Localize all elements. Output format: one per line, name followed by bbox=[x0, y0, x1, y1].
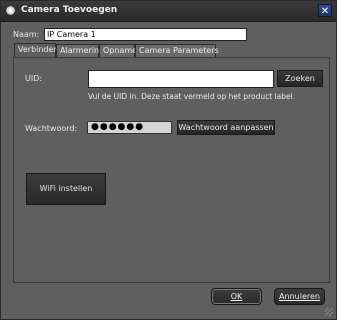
tab-opname[interactable]: Opname bbox=[99, 44, 137, 57]
change-password-button[interactable]: Wachtwoord aanpassen bbox=[177, 120, 275, 135]
search-button[interactable]: Zoeken bbox=[277, 70, 323, 87]
uid-label: UID: bbox=[25, 74, 43, 83]
window-title: Camera Toevoegen bbox=[21, 5, 118, 15]
name-input[interactable]: IP Camera 1 bbox=[44, 28, 247, 41]
wifi-settings-button[interactable]: WiFi instellen bbox=[26, 173, 106, 205]
tab-alarmering[interactable]: Alarmering bbox=[56, 44, 104, 57]
camera-add-dialog: Camera Toevoegen ✕ Naam: IP Camera 1 Ver… bbox=[0, 0, 337, 320]
uid-input[interactable] bbox=[88, 70, 274, 88]
uid-hint: Vul de UID in. Deze staat vermeld op het… bbox=[88, 92, 296, 101]
tab-panel-verbinden bbox=[13, 57, 330, 283]
tab-verbinden[interactable]: Verbinden bbox=[14, 43, 59, 57]
resize-grip-icon[interactable] bbox=[325, 308, 333, 316]
name-label: Naam: bbox=[13, 30, 40, 39]
ok-button[interactable]: OK bbox=[211, 288, 262, 305]
cancel-button[interactable]: Annuleren bbox=[274, 288, 325, 305]
tab-camera-parameters[interactable]: Camera Parameters bbox=[135, 44, 219, 57]
password-label: Wachtwoord: bbox=[25, 124, 78, 133]
camera-app-icon bbox=[6, 6, 15, 15]
title-bar: Camera Toevoegen ✕ bbox=[1, 1, 336, 22]
password-input[interactable]: ●●●●●● bbox=[87, 121, 172, 134]
close-icon[interactable]: ✕ bbox=[318, 4, 332, 17]
